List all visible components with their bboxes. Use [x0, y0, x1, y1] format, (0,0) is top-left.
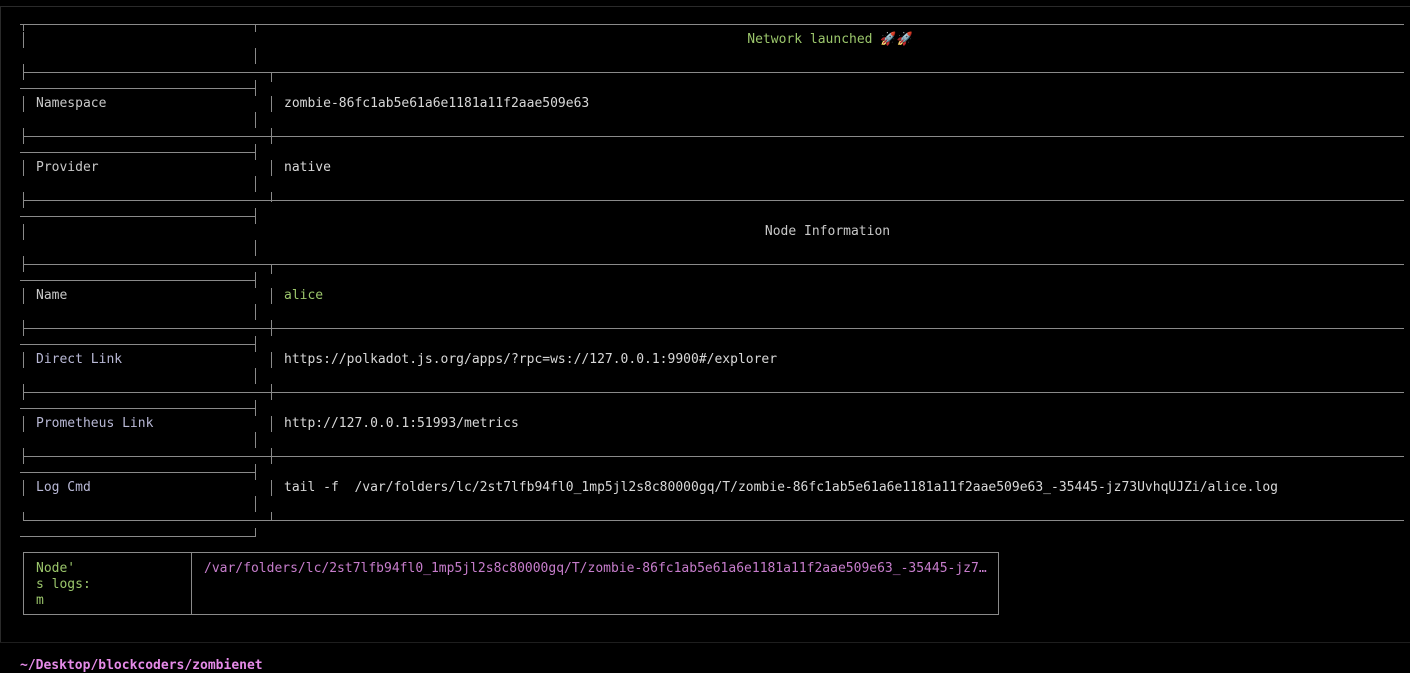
table-border	[20, 344, 256, 345]
table-border	[23, 512, 24, 520]
table-border	[255, 240, 256, 256]
name-value: alice	[284, 288, 324, 303]
table-border	[23, 328, 1404, 329]
shell-prompt-cwd: ~/Desktop/blockcoders/zombienet	[20, 658, 263, 673]
network-launched-text: Network launched	[747, 32, 873, 47]
table-border	[271, 512, 272, 520]
table-border	[271, 264, 272, 274]
log-cmd-label: Log Cmd	[36, 480, 91, 495]
table-border	[255, 528, 256, 536]
table-border	[255, 272, 256, 288]
table-border	[271, 416, 272, 432]
table-border	[23, 520, 1404, 521]
table-border	[23, 136, 1404, 137]
table-border	[271, 160, 272, 176]
direct-link-value[interactable]: https://polkadot.js.org/apps/?rpc=ws://1…	[284, 352, 777, 368]
table-border	[23, 352, 24, 368]
node-information-title: Node Information	[764, 224, 891, 239]
table-border	[23, 96, 24, 112]
table-border	[20, 88, 256, 89]
table-border	[255, 432, 256, 448]
log-cmd-value: tail -f /var/folders/lc/2st7lfb94fl0_1mp…	[284, 480, 1278, 495]
table-border	[23, 32, 24, 48]
table-border	[271, 288, 272, 304]
table-border	[255, 144, 256, 160]
table-border	[20, 408, 256, 409]
rocket-icon: 🚀	[896, 32, 913, 47]
rocket-icon: 🚀	[880, 32, 897, 47]
table-border	[20, 152, 256, 153]
prometheus-link-label: Prometheus Link	[36, 416, 154, 431]
provider-label: Provider	[36, 160, 99, 175]
table-border	[20, 472, 256, 473]
table-border	[23, 264, 1404, 265]
table-border	[255, 496, 256, 512]
terminal-frame-top	[0, 6, 1410, 7]
name-label: Name	[36, 288, 68, 303]
table-border	[271, 72, 272, 82]
table-border	[23, 24, 24, 31]
namespace-value: zombie-86fc1ab5e61a6e1181a11f2aae509e63	[284, 96, 590, 111]
node-logs-path[interactable]: /var/folders/lc/2st7lfb94fl0_1mp5jl2s8c8…	[204, 561, 990, 577]
table-border	[20, 536, 256, 537]
direct-link-label: Direct Link	[36, 352, 123, 367]
terminal-frame-bottom	[0, 642, 1410, 643]
table-border	[271, 480, 272, 496]
table-border	[23, 160, 24, 176]
table-border	[255, 24, 256, 32]
table-border	[23, 480, 24, 496]
table-border	[23, 72, 1404, 73]
table-border	[20, 24, 256, 25]
table-border	[23, 200, 1404, 201]
table-border	[255, 112, 256, 128]
table-border	[255, 176, 256, 192]
table-border	[20, 216, 256, 217]
table-border	[23, 392, 1404, 393]
table-border	[271, 352, 272, 368]
table-border	[255, 336, 256, 352]
node-logs-box: Node' s logs: m /var/folders/lc/2st7lfb9…	[23, 552, 999, 615]
table-border	[23, 456, 1404, 457]
namespace-label: Namespace	[36, 96, 107, 111]
table-border	[255, 368, 256, 384]
prometheus-link-value[interactable]: http://127.0.0.1:51993/metrics	[284, 416, 519, 432]
table-border	[255, 304, 256, 320]
table-border	[23, 288, 24, 304]
table-border	[191, 553, 192, 614]
node-logs-label: Node' s logs: m	[36, 561, 91, 608]
table-border	[255, 400, 256, 416]
table-border	[255, 48, 256, 64]
terminal-window: Network launched 🚀🚀 Namespace zombie-86f…	[0, 0, 1410, 673]
table-border	[255, 464, 256, 480]
table-border	[271, 96, 272, 112]
terminal-frame-left	[0, 6, 1, 642]
network-launched-title: Network launched 🚀🚀	[260, 32, 1400, 48]
table-border	[23, 416, 24, 432]
table-border	[255, 80, 256, 96]
provider-value: native	[284, 160, 331, 175]
table-border	[255, 208, 256, 224]
table-border	[23, 224, 24, 240]
table-border	[20, 280, 256, 281]
